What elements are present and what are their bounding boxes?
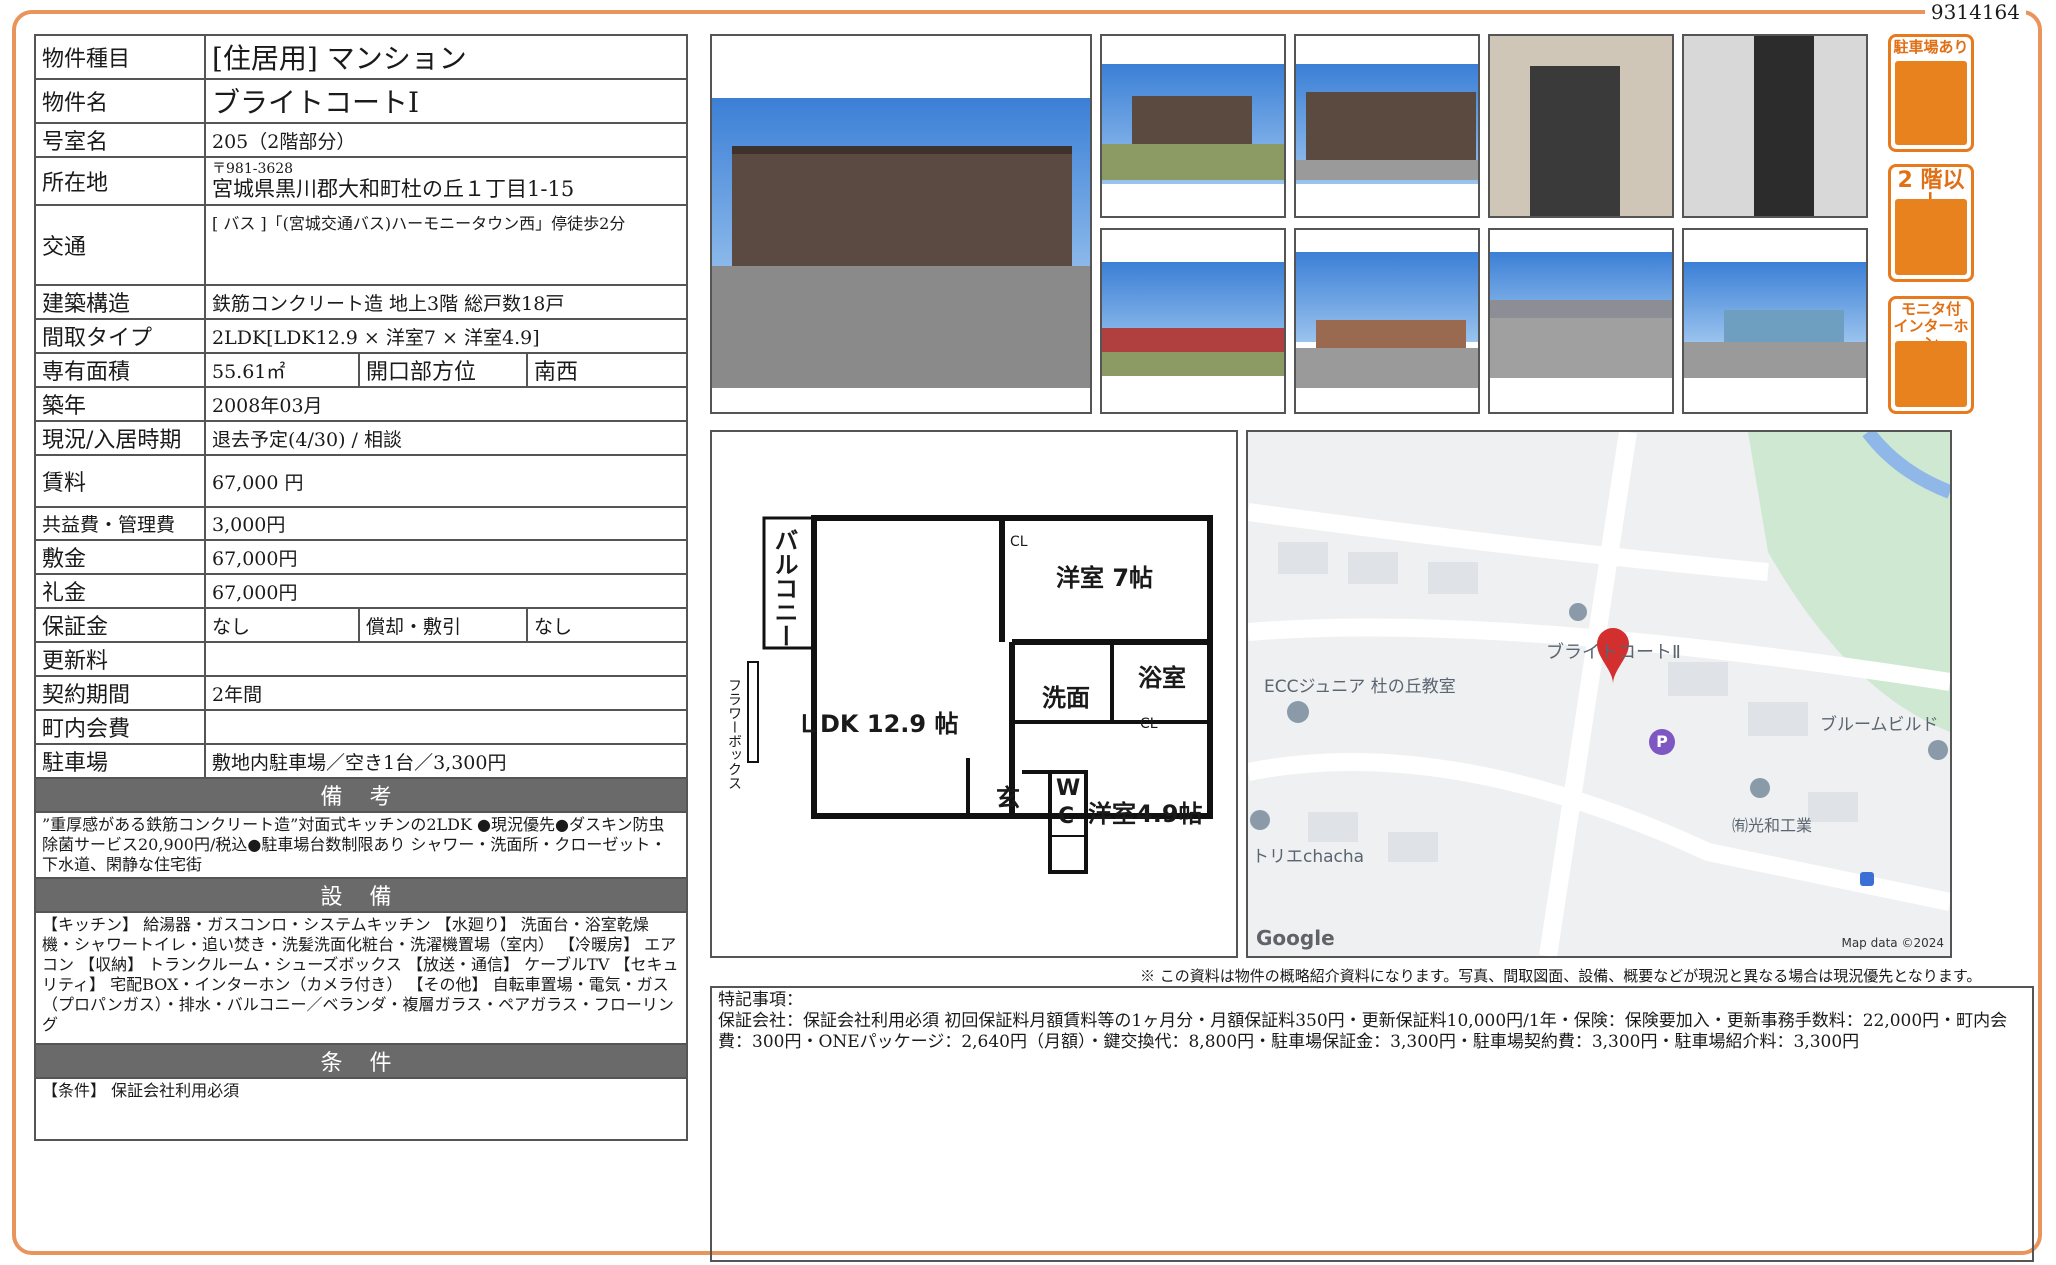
western-room-1-label: 洋室 7帖 (1056, 564, 1154, 592)
document-id: 9314164 (1924, 0, 2026, 24)
transit-value: [ バス ]「(宮城交通バス)ハーモニータウン西」停徒歩2分 (203, 204, 689, 286)
closet-2-label: CL (1140, 716, 1158, 732)
built-label: 築年 (34, 386, 206, 422)
store-photo[interactable] (1488, 228, 1674, 414)
structure-label: 建築構造 (34, 284, 206, 320)
name-label: 物件名 (34, 78, 206, 124)
zip-code: 〒981-3628 (212, 161, 294, 177)
amort-value: なし (525, 607, 689, 643)
area-label: 専有面積 (34, 352, 206, 388)
fee-value: 3,000円 (203, 506, 689, 541)
address-value: 宮城県黒川郡大和町杜の丘１丁目1-15 (212, 177, 575, 201)
rent-label: 賃料 (34, 454, 206, 508)
parking-badge-text: 駐車場あり (1893, 38, 1969, 56)
renewal-value (203, 641, 689, 677)
room-value: 205（2階部分） (203, 122, 689, 158)
community-label: 町内会費 (34, 709, 206, 745)
map-label-ecc: ECCジュニア 杜の丘教室 (1264, 677, 1456, 697)
map-label-torie: トリエchacha (1252, 847, 1365, 867)
equipment-text: 【キッチン】 給湯器・ガスコンロ・システムキッチン 【水廻り】 洗面台・浴室乾燥… (33, 911, 689, 1045)
rent-value: 67,000 円 (203, 454, 689, 508)
guarantee-value: なし (204, 607, 360, 643)
parking-label: 駐車場 (34, 743, 206, 779)
special-notes-title: 特記事項： (718, 990, 803, 1010)
main-building-photo[interactable] (710, 34, 1092, 414)
convenience-store-photo[interactable] (1682, 228, 1868, 414)
address-label: 所在地 (34, 156, 206, 206)
community-value (203, 709, 689, 745)
remarks-text: ”重厚感がある鉄筋コンクリート造”対面式キッチンの2LDK ●現況優先●ダスキン… (33, 811, 689, 879)
layout-label: 間取タイプ (34, 318, 206, 354)
parking-badge: 駐車場あり (1888, 34, 1974, 152)
type-label: 物件種目 (34, 34, 206, 80)
special-notes-box: 特記事項： 保証会社：保証会社利用必須 初回保証料月額賃料等の1ヶ月分・月額保証… (710, 986, 2034, 1262)
facing-label: 開口部方位 (358, 352, 528, 388)
parking-pin-text: P (1656, 732, 1668, 751)
wc-label-c: C (1058, 804, 1075, 829)
flower-box-label: フラワーボックス (726, 678, 742, 790)
western-room-2-label: 洋室4.9帖 (1088, 800, 1203, 828)
conditions-title: 条 件 (33, 1043, 689, 1079)
floor-badge: 2 階以上 (1888, 164, 1974, 282)
map-label-kowa: ㈲光和工業 (1732, 816, 1813, 835)
conditions-text: 【条件】 保証会社利用必須 (33, 1077, 689, 1141)
disclaimer-text: ※ この資料は物件の概略紹介資料になります。写真、間取図面、設備、概要などが現況… (1140, 967, 1982, 985)
fee-label: 共益費・管理費 (34, 506, 206, 541)
name-value: ブライトコートⅠ (203, 78, 689, 124)
map-attribution: Map data ©2024 (1841, 936, 1944, 950)
map-label-bloom: ブルームビルド (1820, 715, 1939, 735)
floor-plan[interactable]: バルコニー フラワーボックス ＬDK 12.9 帖 洋室 7帖 CL 浴室 洗面… (710, 430, 1238, 958)
deposit-value: 67,000円 (203, 539, 689, 575)
address-cell: 〒981-3628 宮城県黒川郡大和町杜の丘１丁目1-15 (203, 156, 689, 206)
washroom-label: 洗面 (1042, 684, 1090, 712)
entrance-photo[interactable] (1488, 34, 1674, 218)
built-value: 2008年03月 (203, 386, 689, 422)
floor-plan-drawing (747, 515, 1213, 874)
intercom-badge-line1: モニタ付 (1900, 300, 1961, 318)
location-map[interactable]: P ブライトコートⅡ ECCジュニア 杜の丘教室 ブルームビルド ㈲光和工業 ト… (1246, 430, 1952, 958)
parking-value: 敷地内駐車場／空き1台／3,300円 (203, 743, 689, 779)
exterior-photo-2[interactable] (1294, 34, 1480, 218)
area-value: 55.61㎡ (204, 352, 360, 388)
room-label: 号室名 (34, 122, 206, 158)
facing-value: 南西 (525, 352, 689, 388)
surroundings-photo-1[interactable] (1100, 228, 1286, 414)
map-label-bright-court: ブライトコートⅡ (1546, 642, 1681, 663)
intercom-badge: モニタ付 インターホン (1888, 296, 1974, 414)
guarantee-label: 保証金 (34, 607, 206, 643)
equipment-title: 設 備 (33, 877, 689, 913)
ldk-label: ＬDK 12.9 帖 (796, 710, 959, 738)
amort-label: 償却・敷引 (358, 607, 528, 643)
deposit-label: 敷金 (34, 539, 206, 575)
special-notes-text: 保証会社：保証会社利用必須 初回保証料月額賃料等の1ヶ月分・月額保証料350円・… (718, 1011, 2008, 1052)
transit-label: 交通 (34, 204, 206, 286)
key-money-label: 礼金 (34, 573, 206, 609)
bath-label: 浴室 (1138, 664, 1186, 692)
structure-value: 鉄筋コンクリート造 地上3階 総戸数18戸 (203, 284, 689, 320)
contract-label: 契約期間 (34, 675, 206, 711)
contract-value: 2年間 (203, 675, 689, 711)
status-value: 退去予定(4/30) / 相談 (203, 420, 689, 456)
key-money-value: 67,000円 (203, 573, 689, 609)
type-value: [住居用] マンション (203, 34, 689, 80)
status-label: 現況/入居時期 (34, 420, 206, 456)
renewal-label: 更新料 (34, 641, 206, 677)
remarks-title: 備 考 (33, 777, 689, 813)
google-logo: Google (1256, 926, 1335, 950)
property-info-table: 物件種目 [住居用] マンション 物件名 ブライトコートⅠ 号室名 205（2階部分）… (33, 34, 689, 1141)
layout-value: 2LDK[LDK12.9 × 洋室7 × 洋室4.9] (203, 318, 689, 354)
mailbox-photo[interactable] (1682, 34, 1868, 218)
exterior-photo-1[interactable] (1100, 34, 1286, 218)
balcony-label: バルコニー (770, 528, 798, 648)
wc-label-w: W (1056, 776, 1081, 801)
entrance-label: 玄 (996, 784, 1020, 812)
closet-1-label: CL (1010, 534, 1028, 550)
supermarket-photo[interactable] (1294, 228, 1480, 414)
